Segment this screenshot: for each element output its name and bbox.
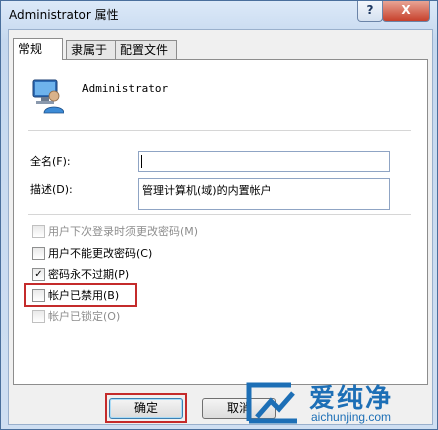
watermark-url: aichunjing.com [311,410,392,424]
checkbox-checked[interactable]: ✓ [32,268,45,281]
option-label: 用户下次登录时须更改密码(M) [48,225,199,238]
title-bar[interactable]: Administrator 属性 ? X [1,1,437,27]
checkbox[interactable] [32,310,45,323]
user-account-icon [32,79,64,114]
description-value: 管理计算机(域)的内置帐户 [142,184,272,197]
close-button[interactable]: X [382,1,430,22]
account-name: Administrator [82,82,169,95]
help-button[interactable]: ? [357,1,383,22]
checkbox[interactable] [32,247,45,260]
site-watermark: 爱纯净 aichunjing.com [239,376,438,430]
option-label: 密码永不过期(P) [48,268,130,281]
properties-window: Administrator 属性 ? X 常规 隶属于 配置文件 Adminis… [0,0,438,430]
account-disabled-highlight [24,283,137,307]
tab-general[interactable]: 常规 [13,38,63,60]
separator [28,214,411,215]
checkbox[interactable] [32,225,45,238]
tab-profile-label: 配置文件 [120,43,169,57]
tab-profile[interactable]: 配置文件 [115,40,177,59]
option-label: 帐户已锁定(O) [48,310,121,323]
tab-member-of[interactable]: 隶属于 [66,40,116,59]
general-tab-panel: Administrator 全名(F): 描述(D): 管理计算机(域)的内置帐… [13,59,428,385]
text-caret [141,155,142,168]
watermark-logo [246,382,297,424]
window-title: Administrator 属性 [9,8,119,22]
dialog-body: 常规 隶属于 配置文件 Administrator 全名(F): 描述(D): [8,29,433,425]
fullname-label: 全名(F): [30,155,71,168]
tab-general-label: 常规 [18,42,43,56]
fullname-input[interactable] [138,151,390,172]
option-label: 用户不能更改密码(C) [48,247,153,260]
ok-button-highlight [105,393,187,423]
description-label: 描述(D): [30,183,73,196]
description-input[interactable]: 管理计算机(域)的内置帐户 [138,178,390,210]
tab-member-of-label: 隶属于 [71,43,108,57]
separator [28,130,411,131]
